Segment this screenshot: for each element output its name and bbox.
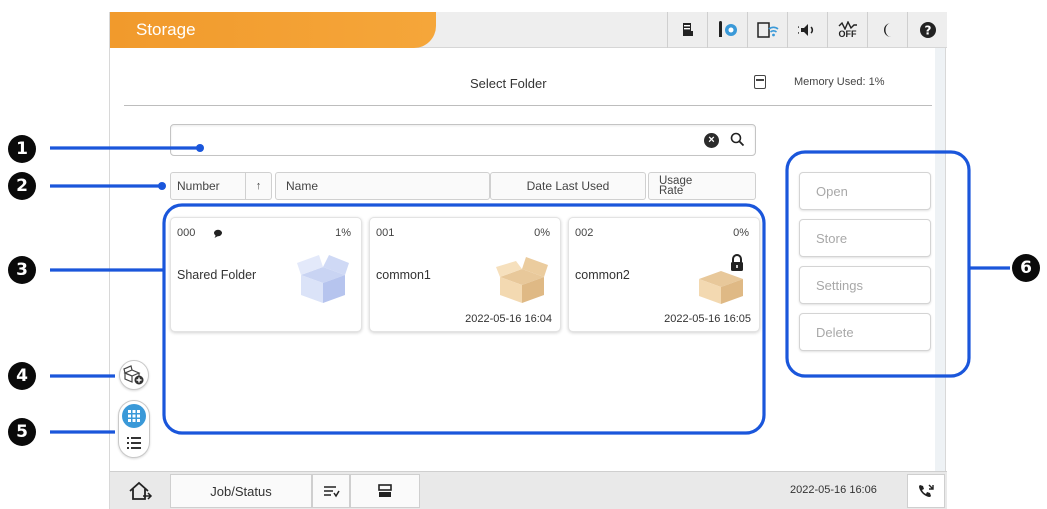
list-view-icon[interactable]: [122, 431, 146, 455]
folder-number: 001: [376, 227, 395, 239]
printer-screen: Storage OFF ? Select Folder Memory Used:…: [109, 12, 947, 509]
callout-1: 1: [8, 135, 36, 163]
column-name[interactable]: Name: [275, 172, 490, 200]
folder-card[interactable]: 001 0% common1 2022-05-16 16:04: [369, 217, 561, 332]
grid-view-icon[interactable]: [122, 404, 146, 428]
callout-2: 2: [8, 172, 36, 200]
comment-icon: [213, 226, 223, 244]
toner-icon[interactable]: [667, 12, 707, 48]
page-title: Select Folder: [470, 76, 547, 91]
column-date-last-used[interactable]: Date Last Used: [490, 172, 646, 200]
folder-usage: 0%: [733, 227, 749, 239]
stop-job-button[interactable]: [312, 474, 350, 508]
callout-4: 4: [8, 362, 36, 390]
printer-icon: [378, 484, 392, 497]
clear-icon[interactable]: ×: [704, 133, 719, 148]
folder-number: 002: [575, 227, 594, 239]
current-datetime: 2022-05-16 16:06: [790, 484, 877, 496]
folder-name: Shared Folder: [177, 268, 257, 282]
job-cancel-icon: [324, 486, 340, 498]
header: Select Folder Memory Used: 1%: [110, 48, 947, 106]
volume-icon[interactable]: [787, 12, 827, 48]
column-name-label: Name: [286, 179, 319, 193]
folder-usage: 1%: [335, 227, 351, 239]
folder-name: common1: [376, 268, 431, 282]
folder-card[interactable]: 000 1% Shared Folder: [170, 217, 362, 332]
svg-text:?: ?: [924, 24, 931, 38]
scrollbar[interactable]: [935, 48, 945, 471]
column-usage-label: Usage Rate: [659, 175, 693, 197]
home-icon: [129, 481, 153, 500]
lock-icon: [729, 254, 745, 277]
memory-used: Memory Used: 1%: [794, 76, 885, 88]
open-button[interactable]: Open: [799, 172, 931, 210]
memory-icon: [754, 75, 766, 89]
callout-5: 5: [8, 418, 36, 446]
fax-off-label: OFF: [838, 29, 857, 39]
folder-box-icon: [494, 253, 550, 310]
callout-6: 6: [1012, 254, 1040, 282]
column-number-label: Number: [177, 179, 220, 193]
print-queue-button[interactable]: [350, 474, 420, 508]
sort-ascending-icon[interactable]: ↑: [245, 173, 271, 199]
fax-off-icon[interactable]: OFF: [827, 12, 867, 48]
search-field[interactable]: ×: [170, 124, 756, 156]
settings-button[interactable]: Settings: [799, 266, 931, 304]
folder-card[interactable]: 002 0% common2 2022-05-16 16:05: [568, 217, 760, 332]
job-status-button[interactable]: Job/Status: [170, 474, 312, 508]
folder-date: 2022-05-16 16:04: [465, 313, 552, 325]
search-icon[interactable]: [730, 132, 745, 152]
top-bar: Storage OFF ?: [110, 12, 947, 48]
folder-name: common2: [575, 268, 630, 282]
add-folder-button[interactable]: [119, 360, 149, 390]
home-button[interactable]: [110, 472, 170, 509]
app-title: Storage: [136, 20, 196, 39]
sleep-icon[interactable]: [867, 12, 907, 48]
info-icon[interactable]: [707, 12, 747, 48]
shared-folder-box-icon: [295, 253, 351, 310]
phone-icon: [918, 484, 934, 498]
column-date-label: Date Last Used: [526, 179, 610, 193]
column-usage-rate[interactable]: Usage Rate: [648, 172, 756, 200]
wifi-icon[interactable]: [747, 12, 787, 48]
header-divider: [124, 105, 932, 106]
help-icon[interactable]: ?: [907, 12, 947, 48]
folder-date: 2022-05-16 16:05: [664, 313, 751, 325]
column-number[interactable]: Number ↑: [170, 172, 272, 200]
title-tab: Storage: [110, 12, 436, 48]
store-button[interactable]: Store: [799, 219, 931, 257]
delete-button[interactable]: Delete: [799, 313, 931, 351]
status-icons: OFF ?: [667, 12, 947, 48]
folder-number: 000: [177, 227, 196, 239]
bottom-bar: Job/Status 2022-05-16 16:06: [110, 471, 947, 509]
fax-phone-button[interactable]: [907, 474, 945, 508]
view-toggle: [118, 400, 150, 458]
callout-3: 3: [8, 256, 36, 284]
folder-usage: 0%: [534, 227, 550, 239]
add-folder-icon: [123, 365, 144, 385]
